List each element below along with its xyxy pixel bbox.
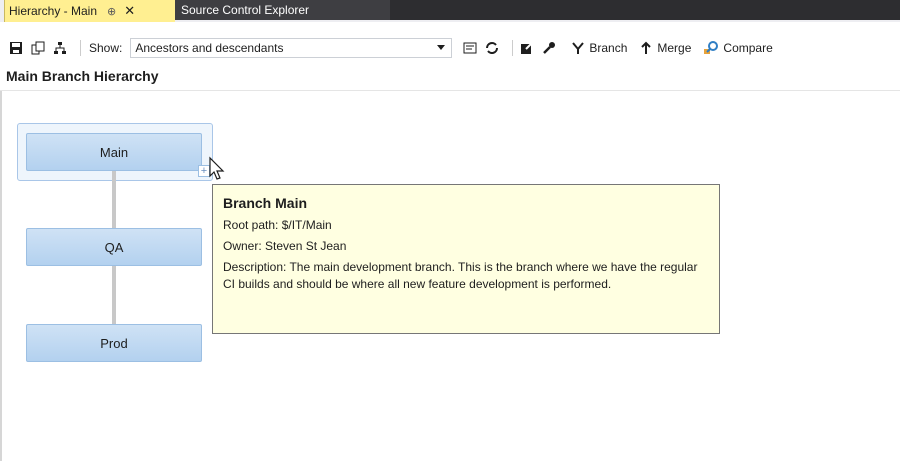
tooltip-owner: Owner: Steven St Jean (223, 239, 347, 253)
page-title: Main Branch Hierarchy (6, 68, 159, 84)
branch-label: Branch (589, 41, 628, 55)
branch-node-label: QA (104, 239, 124, 255)
tooltip-root-path: Root path: $/IT/Main (223, 218, 332, 232)
branch-node-main[interactable]: Main (26, 133, 202, 171)
edit-icon[interactable] (519, 40, 535, 56)
compare-icon (704, 41, 719, 54)
chevron-down-icon (437, 45, 446, 50)
hierarchy-icon[interactable] (52, 40, 68, 56)
compare-label: Compare (723, 41, 773, 55)
tab-source-control-explorer[interactable]: Source Control Explorer (175, 0, 390, 20)
divider (0, 91, 2, 461)
show-label: Show: (89, 41, 123, 55)
wrench-icon[interactable] (541, 40, 557, 56)
properties-icon[interactable] (462, 40, 478, 56)
close-icon[interactable]: ✕ (124, 3, 135, 19)
refresh-icon[interactable] (484, 40, 500, 56)
divider (0, 90, 900, 91)
branch-icon (572, 42, 585, 54)
tab-hierarchy-main[interactable]: Hierarchy - Main ⊕ ✕ (4, 0, 175, 22)
tooltip-title: Branch Main (223, 195, 308, 211)
branch-connector (112, 171, 116, 229)
save-icon[interactable] (8, 40, 24, 56)
toolbar-separator (80, 40, 81, 56)
merge-icon (641, 41, 652, 54)
tab-title: Hierarchy - Main (9, 4, 98, 18)
branch-tooltip: Branch Main Root path: $/IT/Main Owner: … (212, 184, 720, 334)
tab-title: Source Control Explorer (181, 3, 310, 17)
mouse-cursor-icon (209, 156, 225, 180)
toolbar: Show: Ancestors and descendants Branch M… (0, 35, 900, 61)
show-dropdown[interactable]: Ancestors and descendants (130, 38, 453, 58)
compare-button[interactable]: Compare (703, 41, 773, 55)
branch-node-label: Main (99, 144, 129, 160)
show-dropdown-value: Ancestors and descendants (135, 41, 284, 55)
toolbar-separator (512, 40, 514, 56)
merge-button[interactable]: Merge (639, 41, 691, 55)
copy-icon[interactable] (30, 40, 46, 56)
merge-label: Merge (657, 41, 692, 55)
pin-icon[interactable]: ⊕ (107, 5, 116, 18)
tooltip-description: Description: The main development branch… (223, 260, 698, 291)
branch-connector (112, 266, 116, 324)
branch-node-prod[interactable]: Prod (26, 324, 202, 362)
branch-node-label: Prod (100, 335, 128, 351)
branch-node-qa[interactable]: QA (26, 228, 202, 266)
branch-button[interactable]: Branch (571, 41, 627, 55)
